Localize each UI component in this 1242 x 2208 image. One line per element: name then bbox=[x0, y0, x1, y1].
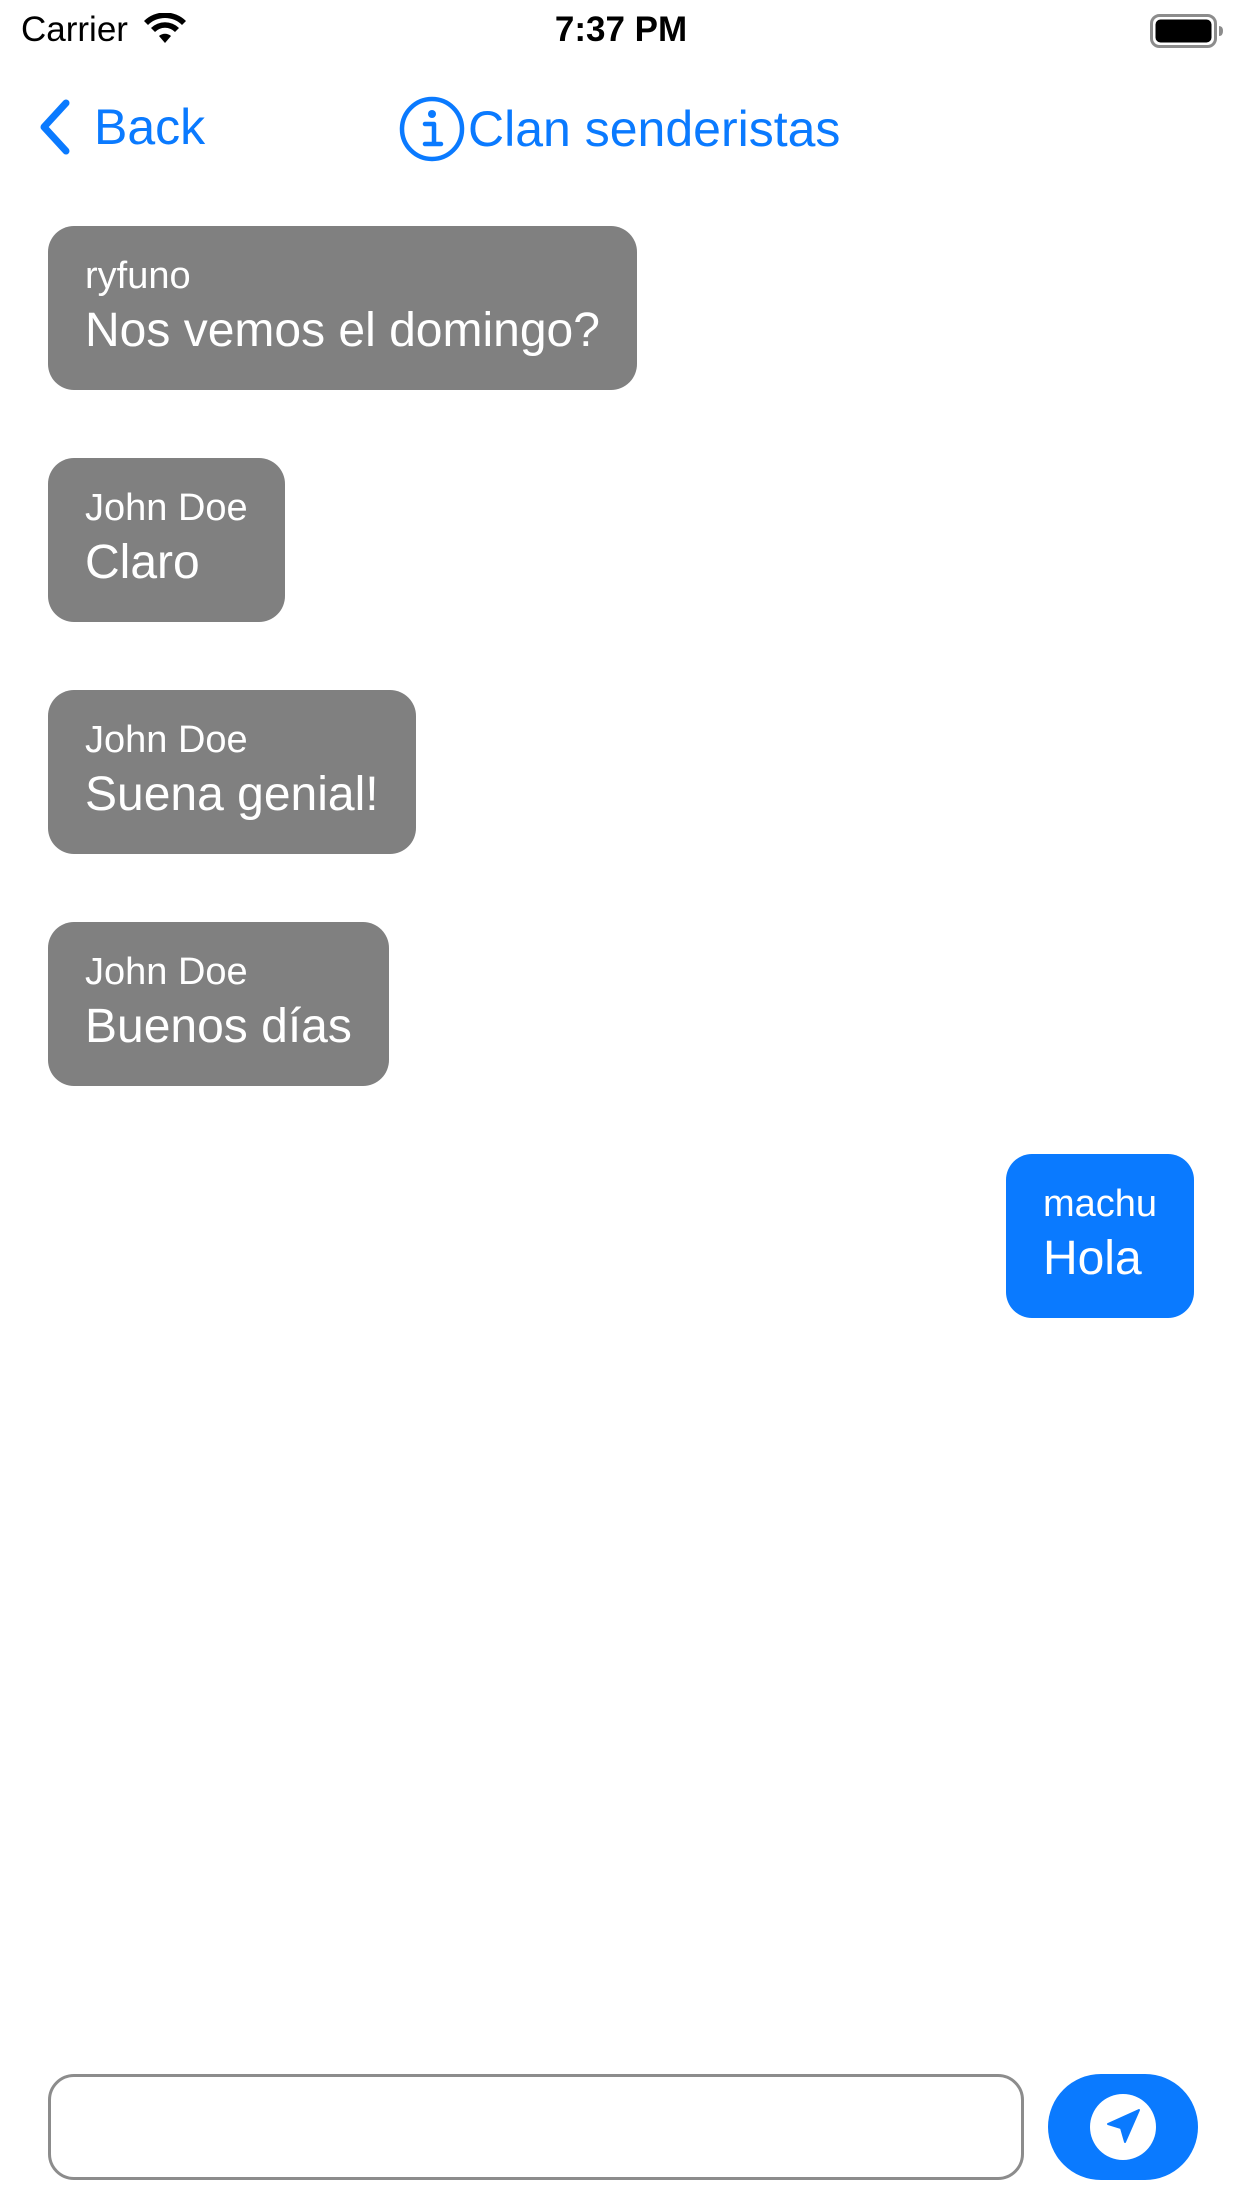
message-bubble-incoming[interactable]: John Doe Claro bbox=[48, 458, 285, 622]
message-bubble-incoming[interactable]: John Doe Buenos días bbox=[48, 922, 389, 1086]
battery-icon bbox=[1150, 14, 1223, 48]
chevron-left-icon bbox=[40, 99, 70, 155]
message-text: Buenos días bbox=[85, 1000, 352, 1053]
navigation-bar: Back Clan senderistas bbox=[0, 80, 1242, 176]
message-row: machu Hola bbox=[0, 1154, 1242, 1318]
status-bar: Carrier 7:37 PM bbox=[0, 0, 1242, 60]
message-sender: John Doe bbox=[85, 719, 248, 761]
chat-title-button[interactable]: Clan senderistas bbox=[398, 94, 840, 164]
message-text: Claro bbox=[85, 536, 200, 589]
message-sender: John Doe bbox=[85, 951, 248, 993]
info-icon[interactable] bbox=[398, 95, 466, 163]
message-sender: ryfuno bbox=[85, 255, 191, 297]
message-row: John Doe Suena genial! bbox=[0, 690, 1242, 854]
message-row: John Doe Buenos días bbox=[0, 922, 1242, 1086]
send-icon bbox=[1090, 2094, 1156, 2160]
back-label: Back bbox=[94, 99, 206, 155]
message-sender: John Doe bbox=[85, 487, 248, 529]
message-text: Hola bbox=[1042, 1232, 1142, 1285]
message-input[interactable] bbox=[48, 2074, 1024, 2180]
message-row: ryfuno Nos vemos el domingo? bbox=[0, 226, 1242, 390]
message-bubble-incoming[interactable]: ryfuno Nos vemos el domingo? bbox=[48, 226, 637, 390]
send-button[interactable] bbox=[1048, 2074, 1198, 2180]
message-bubble-incoming[interactable]: John Doe Suena genial! bbox=[48, 690, 416, 854]
status-time: 7:37 PM bbox=[554, 10, 688, 49]
message-text: Nos vemos el domingo? bbox=[85, 304, 600, 357]
message-list[interactable]: ryfuno Nos vemos el domingo? John Doe Cl… bbox=[0, 226, 1242, 1386]
message-sender: machu bbox=[1042, 1183, 1157, 1225]
message-text: Suena genial! bbox=[85, 768, 379, 821]
back-button[interactable]: Back bbox=[36, 94, 205, 160]
message-bubble-outgoing[interactable]: machu Hola bbox=[1005, 1154, 1194, 1318]
chat-title: Clan senderistas bbox=[468, 101, 841, 157]
message-row: John Doe Claro bbox=[0, 458, 1242, 622]
